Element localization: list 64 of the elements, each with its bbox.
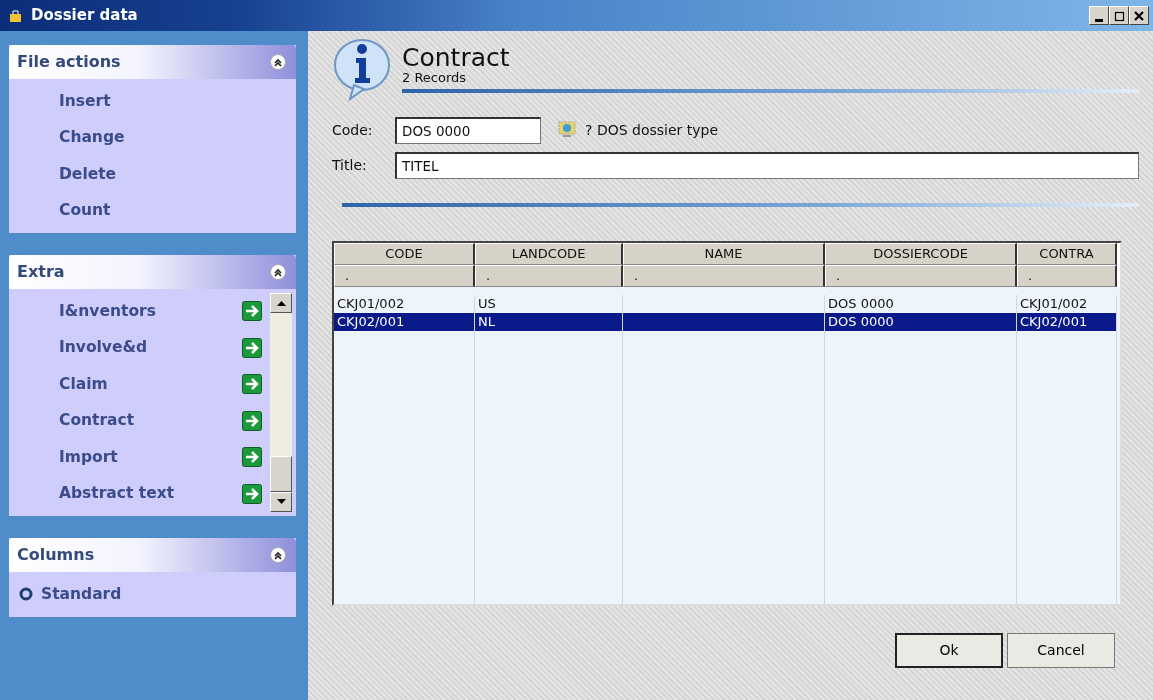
- record-count: 2 Records: [402, 71, 468, 85]
- lookup-text: ? DOS dossier type: [585, 121, 719, 140]
- table-cell[interactable]: CKJ01/002: [334, 295, 474, 313]
- option-label: Standard: [41, 583, 122, 605]
- up-arrow-icon: [276, 300, 286, 306]
- scroll-thumb[interactable]: [270, 456, 292, 492]
- sidebar-item[interactable]: Delete: [9, 156, 296, 193]
- field-label: Title:: [332, 156, 368, 175]
- table-cell[interactable]: CKJ02/001: [334, 313, 474, 331]
- sidebar-item[interactable]: Claim: [9, 366, 270, 403]
- item-label: Claim: [59, 373, 108, 395]
- item-label: Involve&d: [59, 337, 148, 359]
- close-button[interactable]: [1129, 6, 1149, 25]
- sidebar-item[interactable]: Abstract text: [9, 475, 270, 512]
- dialog-button[interactable]: Cancel: [1007, 633, 1115, 668]
- panel-header[interactable]: Columns: [9, 538, 296, 572]
- maximize-button[interactable]: [1109, 6, 1129, 25]
- table-cell[interactable]: DOS 0000: [825, 313, 1016, 331]
- column-header[interactable]: CODE: [334, 243, 475, 265]
- table-cell[interactable]: DOS 0000: [825, 295, 1016, 313]
- filter-cell[interactable]: .: [1017, 265, 1117, 287]
- scrollbar[interactable]: [270, 293, 292, 512]
- sidebar-item[interactable]: Change: [9, 119, 296, 156]
- sidebar-item[interactable]: Insert: [9, 83, 296, 120]
- panel-title: Extra: [17, 261, 65, 283]
- column-header[interactable]: CONTRA: [1017, 243, 1117, 265]
- minimize-button[interactable]: [1089, 6, 1109, 25]
- filter-cell[interactable]: .: [334, 265, 475, 287]
- panel-title: File actions: [17, 51, 121, 73]
- item-label: I&nventors: [59, 300, 156, 322]
- scroll-down-button[interactable]: [270, 492, 292, 512]
- down-arrow-icon: [276, 499, 286, 505]
- panel-header[interactable]: Extra: [9, 255, 296, 289]
- sidebar-item[interactable]: Contract: [9, 402, 270, 439]
- filter-cell[interactable]: .: [475, 265, 623, 287]
- item-label: Contract: [59, 410, 135, 432]
- column-header[interactable]: LANDCODE: [475, 243, 623, 265]
- panel-title: Columns: [17, 544, 95, 566]
- column-header[interactable]: DOSSIERCODE: [825, 243, 1017, 265]
- sidebar-item[interactable]: Count: [9, 192, 296, 229]
- filter-cell[interactable]: .: [825, 265, 1017, 287]
- table-cell[interactable]: US: [475, 295, 622, 313]
- window-title: Dossier data: [31, 5, 139, 27]
- table-cell[interactable]: NL: [475, 313, 622, 331]
- panel-header[interactable]: File actions: [9, 45, 296, 79]
- page-title: Contract: [402, 45, 511, 71]
- title-field[interactable]: TITEL: [395, 152, 1139, 179]
- filter-cell[interactable]: .: [623, 265, 825, 287]
- sidebar-item[interactable]: I&nventors: [9, 293, 270, 330]
- minimize-icon: [1095, 18, 1103, 22]
- radio-option[interactable]: Standard: [9, 576, 296, 613]
- column-header[interactable]: NAME: [623, 243, 825, 265]
- table-cell[interactable]: CKJ02/001: [1017, 313, 1116, 331]
- table-cell[interactable]: CKJ01/002: [1017, 295, 1116, 313]
- sidebar-item[interactable]: Involve&d: [9, 329, 270, 366]
- scroll-up-button[interactable]: [270, 293, 292, 313]
- table-cell[interactable]: [623, 313, 824, 331]
- field-label: Code:: [332, 121, 374, 140]
- item-label: Abstract text: [59, 483, 175, 505]
- close-icon: [1132, 8, 1146, 23]
- sidebar-item[interactable]: Import: [9, 439, 270, 476]
- dialog-button[interactable]: Ok: [895, 633, 1003, 668]
- item-label: Import: [59, 446, 118, 468]
- code-field[interactable]: DOS 0000: [395, 117, 541, 144]
